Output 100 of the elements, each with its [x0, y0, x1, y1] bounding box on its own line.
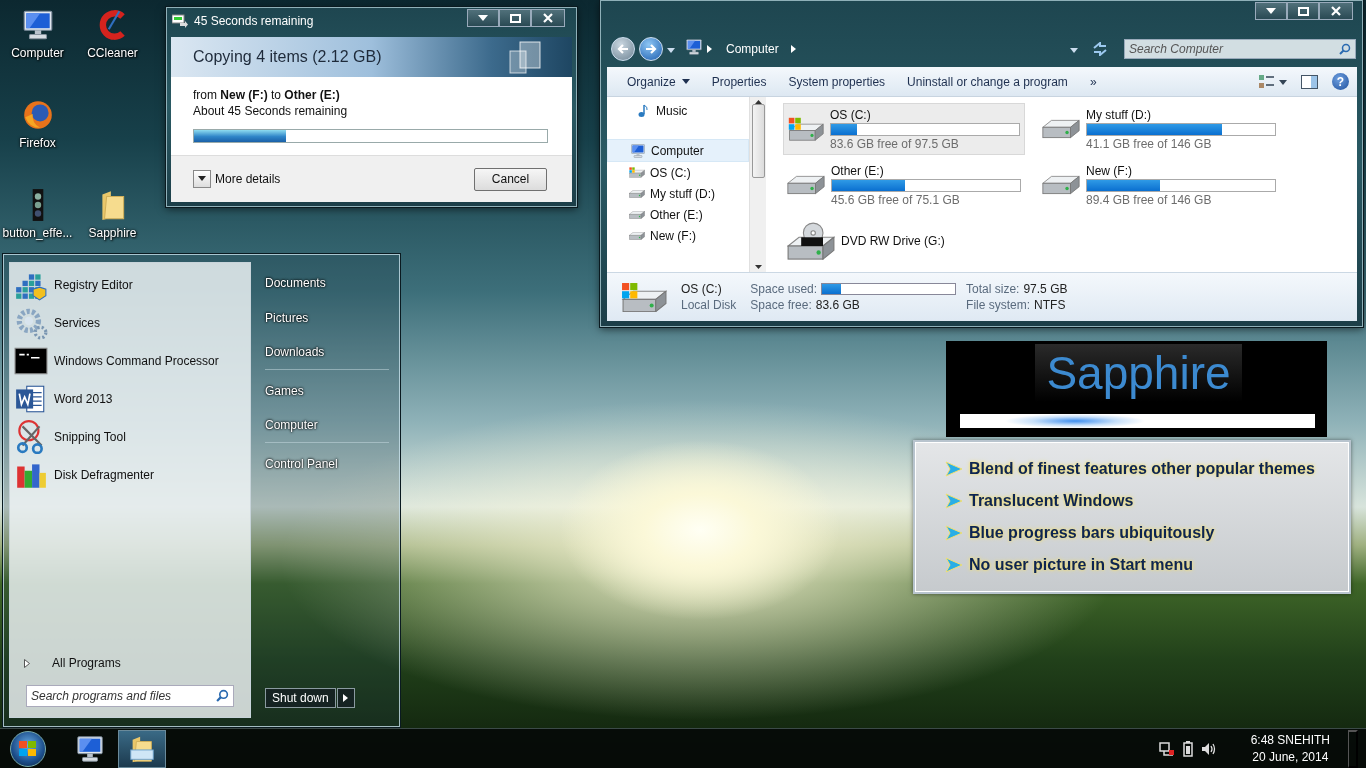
music-note-icon — [635, 102, 651, 119]
desktop-icon-label[interactable]: button_effe... — [1, 225, 74, 241]
field-value: 97.5 GB — [1023, 282, 1068, 296]
hard-drive-icon — [629, 231, 645, 240]
desktop-icon-label[interactable]: Sapphire — [76, 225, 149, 241]
drive-tile[interactable]: OS (C:) 83.6 GB free of 97.5 GB — [783, 103, 1025, 155]
forward-button[interactable] — [639, 37, 663, 61]
start-menu-link[interactable]: Games — [265, 373, 389, 408]
more-details-button[interactable]: More details — [193, 170, 281, 188]
back-button[interactable] — [611, 37, 635, 61]
chevron-down-icon — [198, 176, 206, 182]
arrow-bullet-icon — [945, 493, 963, 509]
close-icon — [1331, 6, 1341, 16]
drive-type: Local Disk — [681, 298, 737, 312]
hard-drive-icon — [629, 167, 645, 178]
computer-icon — [630, 142, 646, 159]
breadcrumb-item[interactable]: Computer — [726, 42, 779, 56]
field-label: Total size: — [966, 282, 1020, 296]
caret-down-icon — [667, 48, 675, 54]
field-value: NTFS — [1034, 298, 1066, 312]
view-options-icon[interactable] — [1259, 74, 1287, 89]
caret-right-icon — [707, 45, 712, 53]
start-button[interactable] — [10, 731, 46, 767]
copy-source-text: from New (F:) to Other (E:) — [193, 87, 341, 103]
minimize-icon — [478, 15, 488, 21]
feature-text: Blue progress bars ubiquitously — [969, 524, 1215, 542]
preview-pane-icon[interactable] — [1301, 74, 1318, 89]
nav-pane-item[interactable]: Music — [607, 100, 749, 121]
toolbar-button[interactable]: System properties — [780, 74, 900, 89]
field-label: File system: — [966, 298, 1031, 312]
drive-tile[interactable]: Other (E:) 45.6 GB free of 75.1 GB — [783, 159, 1025, 211]
program-item[interactable]: Disk Defragmenter — [14, 456, 250, 494]
computer-icon — [685, 38, 703, 56]
start-menu-link[interactable]: Downloads — [265, 335, 389, 370]
maximize-button[interactable] — [499, 9, 531, 27]
arrow-bullet-icon — [945, 525, 963, 541]
copy-icon — [172, 14, 188, 28]
search-icon — [216, 689, 229, 702]
nav-pane-item[interactable]: My stuff (D:) — [607, 183, 749, 204]
toolbar-button[interactable]: Organize — [619, 74, 704, 89]
search-field[interactable]: Search programs and files — [26, 685, 234, 707]
refresh-icon[interactable] — [1092, 42, 1108, 56]
close-icon — [543, 13, 553, 23]
clock[interactable]: 6:48 SNEHITH 20 June, 2014 — [1250, 732, 1330, 766]
drive-tile[interactable]: New (F:) 89.4 GB free of 146 GB — [1038, 159, 1280, 211]
nav-pane-item[interactable]: Other (E:) — [607, 204, 749, 225]
minimize-button[interactable] — [467, 9, 499, 27]
nav-pane-item[interactable]: New (F:) — [607, 225, 749, 246]
scrollbar[interactable] — [749, 97, 766, 272]
minimize-icon — [1266, 8, 1276, 14]
disc-drive-icon — [787, 221, 835, 261]
desktop-icon-label[interactable]: CCleaner — [76, 45, 149, 61]
computer-icon — [75, 734, 105, 764]
program-item[interactable]: Windows Command Processor — [14, 342, 250, 380]
program-item[interactable]: Services — [14, 304, 250, 342]
nav-pane-item[interactable]: Computer — [607, 139, 749, 162]
pages-icon — [508, 41, 542, 75]
banner-title: Sapphire — [1046, 348, 1231, 398]
taskbar-button[interactable] — [118, 730, 166, 768]
network-icon[interactable] — [1158, 741, 1175, 757]
close-button[interactable] — [1319, 2, 1353, 20]
field-label: Space free: — [750, 298, 812, 312]
all-programs-item[interactable]: All Programs — [10, 651, 250, 675]
volume-icon[interactable] — [1200, 741, 1217, 757]
search-field[interactable]: Search Computer — [1124, 39, 1356, 59]
desktop-icon-label[interactable]: Computer — [1, 45, 74, 61]
toolbar-button[interactable]: Properties — [703, 74, 781, 89]
caret-down-icon — [681, 78, 690, 85]
caret-down-icon — [1070, 48, 1078, 54]
desktop-icon-label[interactable]: Firefox — [1, 135, 74, 151]
toolbar-button[interactable]: » — [1081, 74, 1111, 89]
feature-text: Translucent Windows — [969, 492, 1134, 510]
time-remaining-text: About 45 Seconds remaining — [193, 103, 349, 119]
hard-drive-icon — [629, 210, 645, 219]
minimize-button[interactable] — [1255, 2, 1287, 20]
maximize-icon — [1297, 6, 1309, 16]
arrow-bullet-icon — [945, 461, 963, 477]
triangle-right-icon — [343, 694, 349, 702]
field-value: 83.6 GB — [815, 298, 860, 312]
show-desktop-button[interactable] — [1348, 730, 1358, 768]
start-menu-link[interactable]: Pictures — [265, 300, 389, 335]
program-item[interactable]: Word 2013 — [14, 380, 250, 418]
cancel-button[interactable]: Cancel — [474, 167, 547, 191]
program-item[interactable]: Registry Editor — [14, 266, 250, 304]
shut-down-button[interactable]: Shut down — [265, 688, 336, 708]
hard-drive-icon — [787, 173, 825, 197]
close-button[interactable] — [531, 9, 565, 27]
drive-tile[interactable]: DVD RW Drive (G:) — [783, 215, 1025, 267]
dialog-heading: Copying 4 items (2.12 GB) — [193, 48, 382, 66]
maximize-button[interactable] — [1287, 2, 1319, 20]
toolbar-button[interactable]: Uninstall or change a program — [899, 74, 1082, 89]
start-menu-link[interactable]: Documents — [265, 265, 389, 300]
program-item[interactable]: Snipping Tool — [14, 418, 250, 456]
scroll-down-icon[interactable] — [754, 265, 762, 269]
nav-pane-item[interactable]: OS (C:) — [607, 162, 749, 183]
windows-flag-icon — [19, 741, 37, 757]
battery-icon[interactable] — [1182, 741, 1193, 757]
drive-tile[interactable]: My stuff (D:) 41.1 GB free of 146 GB — [1038, 103, 1280, 155]
maximize-icon — [509, 13, 521, 23]
feature-text: No user picture in Start menu — [969, 556, 1194, 574]
